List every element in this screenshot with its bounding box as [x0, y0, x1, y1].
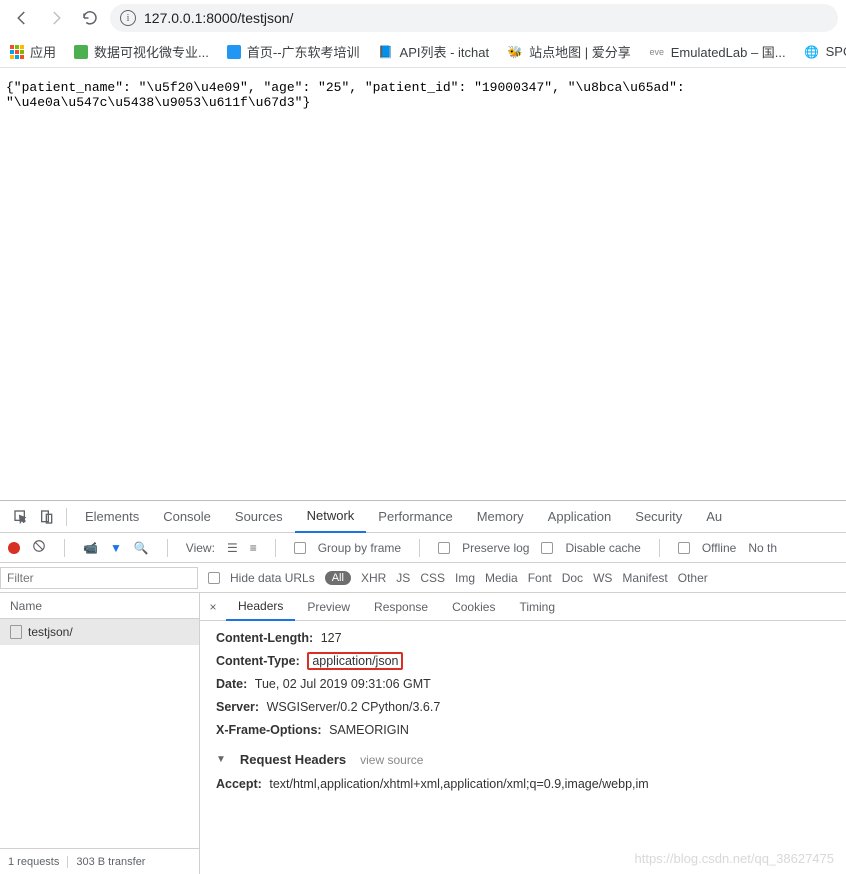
search-icon[interactable]: 🔍 — [134, 541, 149, 555]
filter-toggle-icon[interactable]: ▼ — [110, 541, 122, 555]
bookmark-item[interactable]: 🐝站点地图 | 爱分享 — [507, 42, 631, 61]
bookmark-item[interactable]: 📘API列表 - itchat — [378, 42, 490, 61]
bookmark-item[interactable]: eveEmulatedLab – 国... — [649, 42, 786, 61]
record-icon[interactable] — [8, 542, 20, 554]
filter-js[interactable]: JS — [396, 571, 410, 585]
header-row: Server: WSGIServer/0.2 CPython/3.6.7 — [216, 696, 846, 719]
separator — [659, 539, 660, 557]
filter-manifest[interactable]: Manifest — [622, 571, 667, 585]
bookmark-icon: 🐝 — [507, 44, 523, 60]
tab-response[interactable]: Response — [362, 593, 440, 621]
filter-img[interactable]: Img — [455, 571, 475, 585]
separator — [66, 508, 67, 526]
bookmark-item[interactable]: 数据可视化微专业... — [74, 42, 209, 61]
tab-headers[interactable]: Headers — [226, 593, 295, 621]
reload-button[interactable] — [76, 4, 104, 32]
separator — [419, 539, 420, 557]
watermark: https://blog.csdn.net/qq_38627475 — [635, 851, 835, 866]
tab-preview[interactable]: Preview — [295, 593, 362, 621]
request-summary: 1 requests 303 B transfer — [0, 848, 199, 874]
bookmark-item[interactable]: 🌐SPOT — [804, 44, 846, 60]
group-checkbox[interactable] — [294, 542, 306, 554]
network-toolbar: 📹 ▼ 🔍 View: ☰ ≡ Group by frame Preserve … — [0, 533, 846, 563]
collapse-icon: ▼ — [216, 754, 226, 765]
view-label: View: — [186, 541, 215, 555]
bookmark-item[interactable]: 首页--广东软考培训 — [227, 42, 360, 61]
address-bar[interactable]: i 127.0.0.1:8000/testjson/ — [110, 4, 838, 32]
tab-performance[interactable]: Performance — [366, 501, 464, 533]
tab-audits[interactable]: Au — [694, 501, 734, 533]
header-row: Content-Length: 127 — [216, 627, 846, 650]
filter-bar: Hide data URLs All XHR JS CSS Img Media … — [0, 563, 846, 593]
bookmark-icon — [74, 45, 88, 59]
bookmark-icon: eve — [649, 44, 665, 60]
separator — [64, 539, 65, 557]
site-info-icon[interactable]: i — [120, 10, 136, 26]
hide-urls-checkbox[interactable] — [208, 572, 220, 584]
tab-elements[interactable]: Elements — [73, 501, 151, 533]
filter-css[interactable]: CSS — [420, 571, 445, 585]
tab-timing[interactable]: Timing — [507, 593, 567, 621]
offline-checkbox[interactable] — [678, 542, 690, 554]
request-list: Name testjson/ 1 requests 303 B transfer — [0, 593, 200, 874]
globe-icon: 🌐 — [804, 44, 820, 60]
tab-application[interactable]: Application — [536, 501, 624, 533]
content-type-highlight: application/json — [307, 652, 403, 670]
detail-tabs: × Headers Preview Response Cookies Timin… — [200, 593, 846, 621]
filter-input[interactable] — [0, 567, 198, 589]
clear-icon[interactable] — [32, 539, 46, 556]
disable-cache-checkbox[interactable] — [541, 542, 553, 554]
waterfall-icon[interactable]: ≡ — [250, 541, 257, 555]
tab-memory[interactable]: Memory — [465, 501, 536, 533]
header-row: X-Frame-Options: SAMEORIGIN — [216, 719, 846, 742]
header-row: Date: Tue, 02 Jul 2019 09:31:06 GMT — [216, 673, 846, 696]
request-headers-section[interactable]: ▼ Request Headers view source — [216, 742, 846, 773]
name-column-header[interactable]: Name — [0, 593, 199, 619]
filter-all[interactable]: All — [325, 571, 351, 585]
bookmark-icon — [227, 45, 241, 59]
devtools-panel: Elements Console Sources Network Perform… — [0, 500, 846, 874]
view-source-link[interactable]: view source — [360, 753, 423, 767]
request-row[interactable]: testjson/ — [0, 619, 199, 645]
camera-icon[interactable]: 📹 — [83, 541, 98, 555]
request-detail: × Headers Preview Response Cookies Timin… — [200, 593, 846, 874]
filter-doc[interactable]: Doc — [562, 571, 583, 585]
back-button[interactable] — [8, 4, 36, 32]
large-rows-icon[interactable]: ☰ — [227, 541, 238, 555]
tab-console[interactable]: Console — [151, 501, 223, 533]
apps-icon — [10, 45, 24, 59]
bookmarks-bar: 应用 数据可视化微专业... 首页--广东软考培训 📘API列表 - itcha… — [0, 36, 846, 68]
filter-xhr[interactable]: XHR — [361, 571, 386, 585]
page-content: {"patient_name": "\u5f20\u4e09", "age": … — [0, 68, 846, 500]
tab-security[interactable]: Security — [623, 501, 694, 533]
preserve-checkbox[interactable] — [438, 542, 450, 554]
browser-toolbar: i 127.0.0.1:8000/testjson/ — [0, 0, 846, 36]
file-icon — [10, 625, 22, 639]
tab-cookies[interactable]: Cookies — [440, 593, 507, 621]
bookmark-icon: 📘 — [378, 44, 394, 60]
filter-ws[interactable]: WS — [593, 571, 612, 585]
tab-sources[interactable]: Sources — [223, 501, 295, 533]
header-row: Accept: text/html,application/xhtml+xml,… — [216, 773, 846, 796]
device-icon[interactable] — [34, 504, 60, 530]
separator — [167, 539, 168, 557]
devtools-tabs: Elements Console Sources Network Perform… — [0, 501, 846, 533]
filter-font[interactable]: Font — [528, 571, 552, 585]
header-row: Content-Type: application/json — [216, 650, 846, 673]
apps-button[interactable]: 应用 — [10, 42, 56, 61]
apps-label: 应用 — [30, 42, 56, 61]
forward-button[interactable] — [42, 4, 70, 32]
inspect-icon[interactable] — [8, 504, 34, 530]
tab-network[interactable]: Network — [295, 501, 367, 533]
filter-media[interactable]: Media — [485, 571, 518, 585]
separator — [275, 539, 276, 557]
filter-other[interactable]: Other — [678, 571, 708, 585]
url-text: 127.0.0.1:8000/testjson/ — [144, 10, 293, 26]
close-icon[interactable]: × — [200, 600, 226, 614]
network-body: Name testjson/ 1 requests 303 B transfer… — [0, 593, 846, 874]
headers-panel: Content-Length: 127 Content-Type: applic… — [200, 621, 846, 874]
